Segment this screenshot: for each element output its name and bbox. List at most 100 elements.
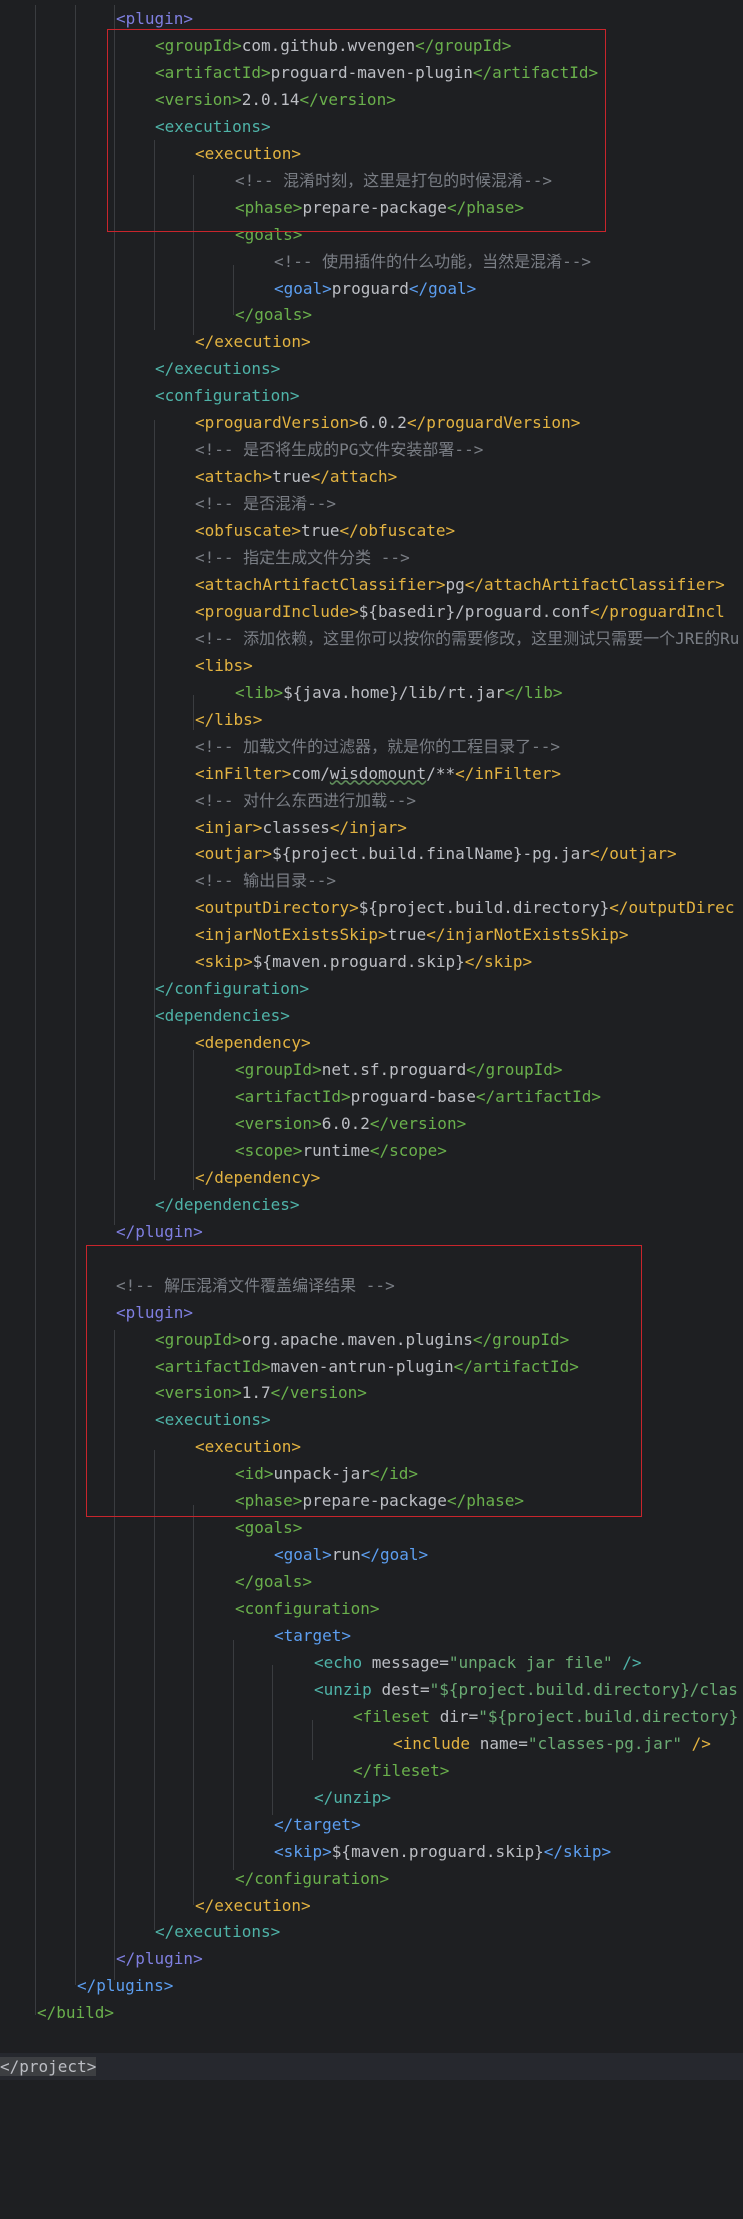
code-line[interactable]: <groupId>net.sf.proguard</groupId> — [235, 1056, 563, 1083]
highlight-box-1 — [107, 29, 606, 232]
code-token: </goals> — [235, 1572, 313, 1592]
code-line[interactable]: <!-- 使用插件的什么功能，当然是混淆--> — [274, 248, 591, 275]
code-token: <artifactId> — [235, 1087, 351, 1106]
code-line[interactable]: <dependency> — [195, 1029, 311, 1056]
code-line[interactable]: </dependencies> — [155, 1191, 300, 1218]
code-line[interactable]: </build> — [37, 1999, 114, 2026]
indent-guide — [272, 1665, 273, 1815]
code-line[interactable]: </goals> — [235, 1568, 312, 1595]
code-line[interactable]: </libs> — [195, 706, 262, 733]
indent-guide — [154, 1450, 155, 1930]
code-line[interactable]: </plugins> — [77, 1972, 173, 1999]
code-line[interactable]: <attach>true</attach> — [195, 463, 397, 490]
code-token: <outputDirectory> — [195, 898, 359, 918]
code-line[interactable]: <injarNotExistsSkip>true</injarNotExists… — [195, 921, 628, 948]
code-line[interactable]: </goals> — [235, 301, 312, 328]
code-line[interactable]: <goal>run</goal> — [274, 1541, 428, 1568]
code-token: <lib> — [235, 682, 284, 702]
code-line[interactable]: <attachArtifactClassifier>pg</attachArti… — [195, 571, 725, 598]
code-token: </executions> — [155, 359, 281, 379]
code-line[interactable]: <!-- 加载文件的过滤器，就是你的工程目录了--> — [195, 733, 560, 760]
code-line[interactable]: <!-- 添加依赖，这里你可以按你的需要修改，这里测试只需要一个JRE的Ru — [195, 625, 739, 652]
code-token: pg — [445, 574, 465, 594]
code-line[interactable]: <skip>${maven.proguard.skip}</skip> — [195, 948, 532, 975]
code-line[interactable]: <!-- 指定生成文件分类 --> — [195, 544, 410, 571]
code-token: <proguardVersion> — [195, 413, 359, 433]
code-token: message= — [371, 1652, 449, 1672]
code-line[interactable]: <goals> — [235, 1514, 302, 1541]
code-line[interactable]: <proguardInclude>${basedir}/proguard.con… — [195, 598, 725, 625]
code-line[interactable]: <libs> — [195, 652, 253, 679]
code-token: <goal> — [274, 1545, 332, 1565]
code-line[interactable]: <target> — [274, 1622, 351, 1649]
indent-guide — [193, 1050, 194, 1190]
code-token: <goal> — [274, 278, 332, 298]
code-token: <target> — [274, 1626, 352, 1645]
code-token: <!-- 指定生成文件分类 --> — [195, 548, 410, 567]
code-token: <outjar> — [195, 844, 273, 864]
code-line[interactable]: <!-- 是否将生成的PG文件安装部署--> — [195, 436, 483, 463]
code-editor[interactable]: <plugin> <groupId>com.github.wvengen</gro… — [0, 0, 743, 2219]
code-line[interactable]: <dependencies> — [155, 1002, 290, 1029]
code-token: </inFilter> — [455, 763, 562, 783]
code-line[interactable]: <outjar>${project.build.finalName}-pg.ja… — [195, 840, 677, 867]
code-token: /** — [426, 763, 456, 783]
code-line[interactable]: </configuration> — [235, 1865, 389, 1892]
code-line[interactable]: </target> — [274, 1811, 361, 1838]
code-line[interactable]: <lib>${java.home}/lib/rt.jar</lib> — [235, 679, 563, 706]
code-line[interactable]: <include name="classes-pg.jar" /> — [393, 1730, 711, 1757]
code-line[interactable]: <inFilter>com/wisdomount/**</inFilter> — [195, 760, 561, 787]
code-token: <version> — [235, 1113, 322, 1133]
code-line[interactable]: <obfuscate>true</obfuscate> — [195, 517, 455, 544]
code-line[interactable]: <!-- 对什么东西进行加载--> — [195, 787, 416, 814]
code-line[interactable]: <skip>${maven.proguard.skip}</skip> — [274, 1838, 611, 1865]
code-line[interactable]: <goal>proguard</goal> — [274, 275, 476, 302]
code-line[interactable]: <!-- 输出目录--> — [195, 867, 336, 894]
code-line[interactable]: <configuration> — [155, 382, 300, 409]
code-line[interactable]: </execution> — [195, 1892, 311, 1919]
code-line[interactable]: <plugin> — [116, 5, 193, 32]
code-token: <!-- 对什么东西进行加载--> — [195, 790, 417, 810]
code-line[interactable]: </execution> — [195, 328, 311, 355]
code-token: <libs> — [195, 655, 253, 675]
code-token: </fileset> — [353, 1760, 450, 1780]
code-token: </goals> — [235, 305, 313, 325]
code-token: <injarNotExistsSkip> — [195, 925, 388, 945]
code-line[interactable]: <scope>runtime</scope> — [235, 1137, 447, 1164]
code-line[interactable]: <outputDirectory>${project.build.directo… — [195, 894, 734, 921]
code-token: <echo — [314, 1652, 372, 1672]
code-line[interactable]: <injar>classes</injar> — [195, 814, 407, 841]
code-line[interactable]: </unzip> — [314, 1784, 391, 1811]
indent-guide — [193, 1505, 194, 1905]
code-line[interactable]: <configuration> — [235, 1595, 380, 1622]
code-line[interactable]: </dependency> — [195, 1164, 320, 1191]
code-token: </groupId> — [466, 1060, 563, 1080]
code-line[interactable]: <echo message="unpack jar file" /> — [314, 1649, 642, 1676]
code-line[interactable]: <unzip dest="${project.build.directory}/… — [314, 1676, 738, 1703]
code-line[interactable]: <artifactId>proguard-base</artifactId> — [235, 1083, 601, 1110]
code-token: <!-- 是否将生成的PG文件安装部署--> — [195, 440, 484, 460]
code-line[interactable]: </plugin> — [116, 1945, 203, 1972]
code-token: ${basedir}/proguard.conf — [358, 601, 590, 621]
code-token: <configuration> — [155, 386, 300, 406]
code-line[interactable]: </fileset> — [353, 1757, 449, 1784]
code-line[interactable]: </project> — [0, 2053, 743, 2081]
code-line[interactable]: </executions> — [155, 355, 280, 382]
code-line[interactable]: <proguardVersion>6.0.2</proguardVersion> — [195, 409, 580, 436]
code-line[interactable]: <!-- 是否混淆--> — [195, 490, 336, 517]
code-line[interactable]: <version>6.0.2</version> — [235, 1110, 466, 1137]
code-line[interactable]: </executions> — [155, 1918, 280, 1945]
code-line[interactable]: <fileset dir="${project.build.directory} — [353, 1703, 738, 1730]
code-token: </skip> — [464, 952, 533, 972]
code-token: com/ — [291, 763, 330, 783]
code-token: <include — [393, 1733, 480, 1753]
code-line[interactable]: </configuration> — [155, 975, 309, 1002]
code-line[interactable]: </plugin> — [116, 1218, 203, 1245]
code-token: classes — [262, 817, 330, 837]
code-token: <!-- 是否混淆--> — [195, 494, 337, 514]
code-token: </execution> — [195, 332, 311, 352]
code-token: </executions> — [155, 1922, 281, 1942]
code-token: true — [387, 925, 427, 945]
code-token: </obfuscate> — [339, 521, 456, 541]
indent-guide — [154, 420, 155, 1180]
